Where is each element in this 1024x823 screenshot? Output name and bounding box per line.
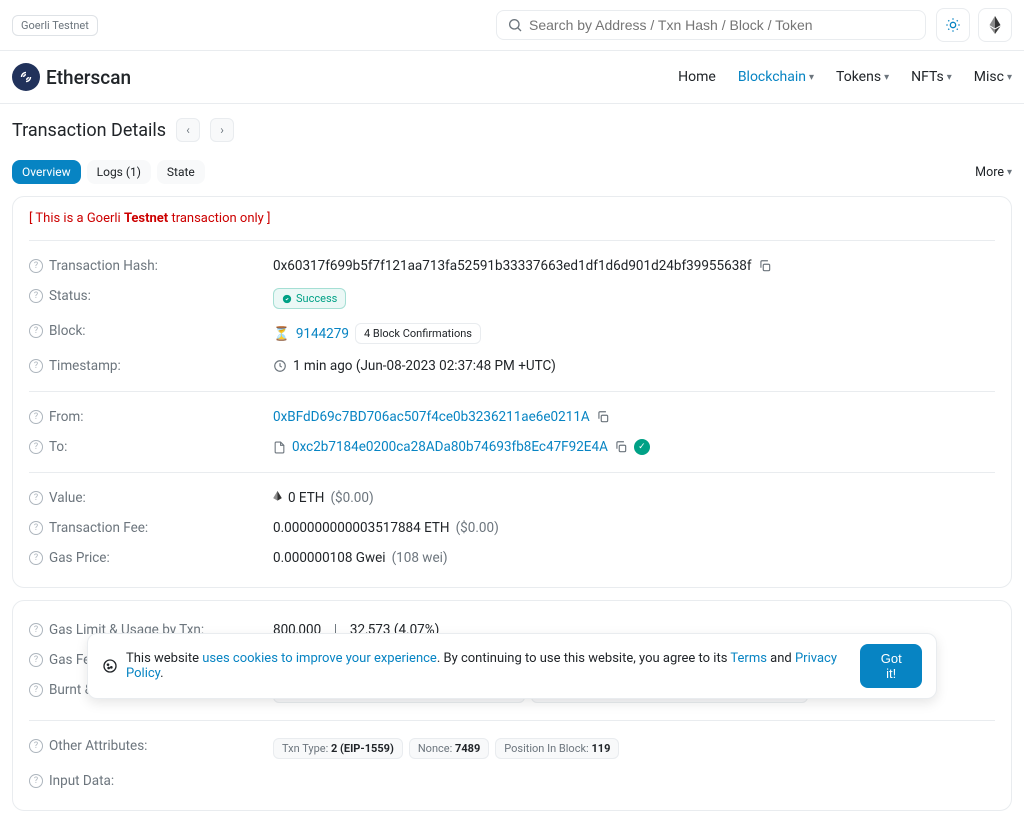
- more-dropdown[interactable]: More▾: [975, 165, 1012, 180]
- nav-misc[interactable]: Misc▾: [974, 69, 1012, 85]
- copy-icon[interactable]: [614, 440, 628, 454]
- tab-state[interactable]: State: [157, 160, 205, 184]
- eth-icon: [273, 491, 282, 505]
- label-to: To:: [49, 439, 67, 455]
- chevron-down-icon: ▾: [1007, 72, 1012, 83]
- value-txn-fee: 0.000000000003517884 ETH: [273, 520, 450, 536]
- search-box[interactable]: [496, 10, 926, 40]
- cookie-banner: This website uses cookies to improve you…: [87, 633, 937, 699]
- status-badge: Success: [273, 288, 346, 309]
- value-txn-hash: 0x60317f699b5f7f121aa713fa52591b33337663…: [273, 258, 752, 274]
- cookie-link[interactable]: uses cookies to improve your experience: [202, 651, 437, 666]
- prev-txn-button[interactable]: ‹: [176, 118, 200, 142]
- block-link[interactable]: 9144279: [296, 326, 349, 342]
- timer-icon: ⏳: [273, 326, 290, 342]
- help-icon[interactable]: ?: [29, 491, 43, 505]
- help-icon[interactable]: ?: [29, 739, 43, 753]
- to-address-link[interactable]: 0xc2b7184e0200ca28ADa80b74693fb8Ec47F92E…: [292, 439, 608, 455]
- value-amount: 0 ETH: [288, 490, 324, 506]
- label-txn-fee: Transaction Fee:: [49, 520, 148, 536]
- eth-icon-button[interactable]: [978, 8, 1012, 42]
- label-input: Input Data:: [49, 773, 114, 789]
- next-txn-button[interactable]: ›: [210, 118, 234, 142]
- chevron-down-icon: ▾: [809, 72, 814, 83]
- page-title: Transaction Details: [12, 120, 166, 141]
- value-usd: ($0.00): [330, 490, 373, 506]
- chevron-down-icon: ▾: [1007, 167, 1012, 178]
- value-gas-price: 0.000000108 Gwei: [273, 550, 386, 566]
- network-badge[interactable]: Goerli Testnet: [12, 15, 98, 36]
- label-value: Value:: [49, 490, 86, 506]
- search-input[interactable]: [529, 17, 915, 33]
- help-icon[interactable]: ?: [29, 653, 43, 667]
- value-txn-fee-usd: ($0.00): [456, 520, 499, 536]
- terms-link[interactable]: Terms: [730, 651, 767, 666]
- brand-name: Etherscan: [46, 66, 131, 89]
- help-icon[interactable]: ?: [29, 324, 43, 338]
- cookie-icon: [102, 658, 118, 674]
- nav-blockchain[interactable]: Blockchain▾: [738, 69, 814, 85]
- label-txn-hash: Transaction Hash:: [49, 258, 158, 274]
- from-address-link[interactable]: 0xBFdD69c7BD706ac507f4ce0b3236211ae6e021…: [273, 409, 590, 425]
- theme-toggle[interactable]: [936, 8, 970, 42]
- help-icon[interactable]: ?: [29, 259, 43, 273]
- help-icon[interactable]: ?: [29, 551, 43, 565]
- nav-home[interactable]: Home: [678, 69, 716, 85]
- help-icon[interactable]: ?: [29, 683, 43, 697]
- search-icon: [507, 17, 523, 33]
- chevron-down-icon: ▾: [947, 72, 952, 83]
- position-badge: Position In Block: 119: [495, 738, 619, 759]
- nonce-badge: Nonce: 7489: [409, 738, 489, 759]
- label-block: Block:: [49, 323, 86, 339]
- chevron-down-icon: ▾: [884, 72, 889, 83]
- testnet-notice: [ This is a Goerli Testnet transaction o…: [29, 211, 995, 226]
- help-icon[interactable]: ?: [29, 774, 43, 788]
- confirmations-badge: 4 Block Confirmations: [355, 323, 481, 344]
- txn-type-badge: Txn Type: 2 (EIP-1559): [273, 738, 403, 759]
- brand-logo[interactable]: Etherscan: [12, 63, 131, 91]
- value-timestamp: 1 min ago (Jun-08-2023 02:37:48 PM +UTC): [293, 358, 556, 374]
- cookie-accept-button[interactable]: Got it!: [860, 644, 922, 688]
- tab-overview[interactable]: Overview: [12, 160, 81, 184]
- label-from: From:: [49, 409, 84, 425]
- copy-icon[interactable]: [596, 410, 610, 424]
- document-icon: [273, 441, 286, 454]
- clock-icon: [273, 359, 287, 373]
- help-icon[interactable]: ?: [29, 410, 43, 424]
- help-icon[interactable]: ?: [29, 289, 43, 303]
- value-gas-price-wei: (108 wei): [392, 550, 448, 566]
- nav-tokens[interactable]: Tokens▾: [836, 69, 889, 85]
- label-gas-price: Gas Price:: [49, 550, 110, 566]
- txn-details-card-2: ?Gas Limit & Usage by Txn: 800,000 | 32,…: [12, 600, 1012, 811]
- label-timestamp: Timestamp:: [49, 358, 121, 374]
- help-icon[interactable]: ?: [29, 521, 43, 535]
- nav-nfts[interactable]: NFTs▾: [911, 69, 952, 85]
- tab-logs[interactable]: Logs (1): [87, 160, 151, 184]
- copy-icon[interactable]: [758, 259, 772, 273]
- txn-details-card: [ This is a Goerli Testnet transaction o…: [12, 196, 1012, 588]
- cookie-text: This website uses cookies to improve you…: [126, 651, 852, 681]
- help-icon[interactable]: ?: [29, 440, 43, 454]
- logo-icon: [12, 63, 40, 91]
- help-icon[interactable]: ?: [29, 359, 43, 373]
- label-other: Other Attributes:: [49, 738, 147, 754]
- help-icon[interactable]: ?: [29, 623, 43, 637]
- label-status: Status:: [49, 288, 91, 304]
- verified-icon: ✓: [634, 439, 650, 455]
